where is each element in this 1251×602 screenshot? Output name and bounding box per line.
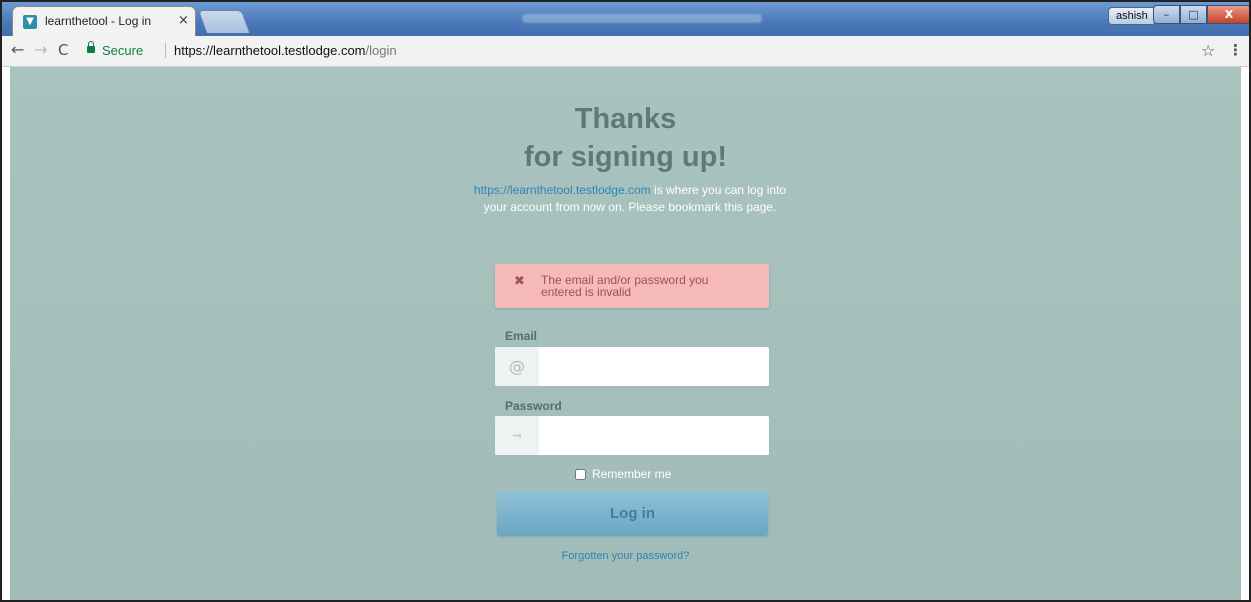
password-field[interactable] xyxy=(539,416,769,455)
password-input-group: ⊸ xyxy=(495,416,769,455)
error-x-icon: ✖ xyxy=(514,274,525,289)
url-host: https://learnthetool.testlodge.com xyxy=(174,43,366,58)
secure-label[interactable]: Secure xyxy=(102,43,143,58)
url-divider xyxy=(165,43,166,58)
intro-text: https://learnthetool.testlodge.com is wh… xyxy=(470,182,790,216)
page-title-line2: for signing up! xyxy=(524,141,727,173)
browser-menu-icon[interactable]: ⋮ xyxy=(1228,41,1243,59)
close-window-button[interactable]: X xyxy=(1207,5,1249,24)
maximize-button[interactable]: □ xyxy=(1180,5,1207,24)
browser-tab[interactable]: ▼ learnthetool - Log in × xyxy=(12,6,196,36)
login-page: Thanks for signing up! https://learnthet… xyxy=(10,67,1241,600)
forward-arrow-icon[interactable]: → xyxy=(34,41,47,59)
testlodge-favicon-icon: ▼ xyxy=(23,15,37,29)
forgot-password-link[interactable]: Forgotten your password? xyxy=(10,550,1241,562)
minimize-button[interactable]: – xyxy=(1153,5,1180,24)
window-title-blur xyxy=(522,14,762,23)
title-bar: ▼ learnthetool - Log in × ashish – □ X xyxy=(2,2,1249,36)
error-alert: ✖ The email and/or password you entered … xyxy=(495,264,769,308)
lock-icon[interactable] xyxy=(87,41,95,53)
password-label: Password xyxy=(505,399,562,413)
error-message: The email and/or password you entered is… xyxy=(541,273,709,299)
key-icon: ⊸ xyxy=(495,416,539,455)
browser-window: ▼ learnthetool - Log in × ashish – □ X ←… xyxy=(0,0,1251,602)
window-controls: – □ X xyxy=(1153,5,1249,25)
email-label: Email xyxy=(505,329,538,343)
tab-title: learnthetool - Log in xyxy=(45,14,152,28)
account-url-link[interactable]: https://learnthetool.testlodge.com xyxy=(474,183,651,197)
url-path: /login xyxy=(365,43,397,58)
remember-me-label: Remember me xyxy=(592,467,672,481)
remember-me-checkbox[interactable] xyxy=(575,468,586,480)
browser-toolbar: ← → C Secure https://learnthetool.testlo… xyxy=(2,36,1249,67)
email-input-group: @ xyxy=(495,347,769,386)
email-field[interactable] xyxy=(539,347,769,386)
address-bar-url[interactable]: https://learnthetool.testlodge.com/login xyxy=(174,43,397,58)
profile-user-badge[interactable]: ashish xyxy=(1108,7,1156,25)
reload-icon[interactable]: C xyxy=(58,41,68,59)
new-tab-button[interactable] xyxy=(197,10,251,33)
back-arrow-icon[interactable]: ← xyxy=(11,41,24,59)
bookmark-star-icon[interactable]: ☆ xyxy=(1201,41,1215,60)
login-button[interactable]: Log in xyxy=(497,491,768,536)
remember-me[interactable]: Remember me xyxy=(575,467,671,481)
page-title-line1: Thanks xyxy=(574,103,677,135)
at-sign-icon: @ xyxy=(495,347,539,386)
tab-close-icon[interactable]: × xyxy=(178,13,189,28)
